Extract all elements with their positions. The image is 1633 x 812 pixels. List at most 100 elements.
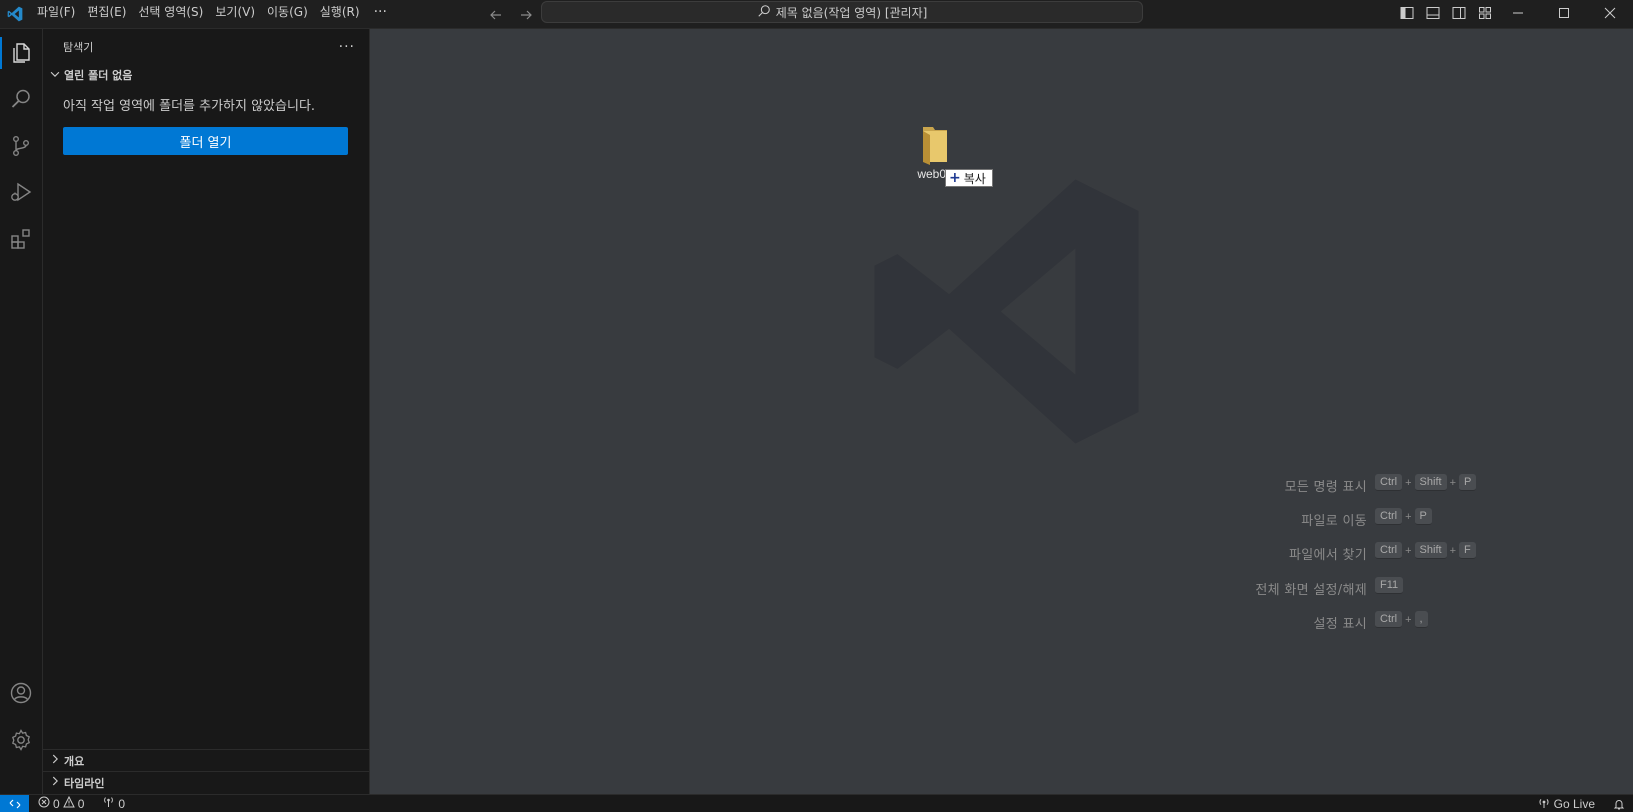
layout-controls xyxy=(1396,0,1496,25)
ports-count: 0 xyxy=(118,796,126,811)
menu-view[interactable]: 보기(V) xyxy=(209,0,261,29)
explorer-sidebar: 탐색기 ··· 열린 폴더 없음 아직 작업 영역에 폴더를 추가하지 않았습니… xyxy=(43,29,370,794)
folder-icon xyxy=(923,127,947,165)
go-live-label: Go Live xyxy=(1553,797,1595,811)
extensions-icon[interactable] xyxy=(0,215,42,263)
shortcut-label: 파일로 이동 xyxy=(1301,514,1367,529)
key-cap: F xyxy=(1459,542,1476,559)
key-plus: + xyxy=(1449,476,1456,489)
shortcut-keys: F11 xyxy=(1375,577,1404,594)
warning-count: 0 xyxy=(77,796,85,811)
explorer-icon[interactable] xyxy=(0,29,42,77)
timeline-label: 타임라인 xyxy=(64,776,105,790)
search-view-icon[interactable] xyxy=(0,75,42,123)
shortcut-keys: Ctrl + , xyxy=(1375,611,1428,628)
shortcut-label: 설정 표시 xyxy=(1313,617,1367,632)
no-folder-section-header[interactable]: 열린 폴더 없음 xyxy=(43,64,369,86)
sidebar-more-actions-icon[interactable]: ··· xyxy=(339,39,355,55)
outline-section-header[interactable]: 개요 xyxy=(43,749,369,771)
vscode-watermark-icon xyxy=(874,179,1139,444)
section-title: 열린 폴더 없음 xyxy=(64,69,133,82)
key-cap: Ctrl xyxy=(1375,508,1403,525)
chevron-down-icon xyxy=(48,67,62,84)
toggle-secondary-sidebar-icon[interactable] xyxy=(1448,2,1470,24)
shortcut-label: 전체 화면 설정/해제 xyxy=(1255,583,1367,598)
outline-label: 개요 xyxy=(64,754,85,768)
accounts-icon[interactable] xyxy=(0,669,42,717)
menu-selection[interactable]: 선택 영역(S) xyxy=(132,0,209,29)
open-folder-button[interactable]: 폴더 열기 xyxy=(63,127,348,155)
key-plus: + xyxy=(1405,544,1412,557)
shortcut-row: 설정 표시 Ctrl + , xyxy=(370,611,1633,633)
key-plus: + xyxy=(1405,510,1412,523)
shortcut-label: 모든 명령 표시 xyxy=(1284,480,1367,495)
customize-layout-icon[interactable] xyxy=(1474,2,1496,24)
key-cap: P xyxy=(1414,508,1432,525)
vscode-window: 파일(F) 편집(E) 선택 영역(S) 보기(V) 이동(G) 실행(R) ·… xyxy=(0,0,1633,812)
drag-copy-tooltip: + 복사 xyxy=(945,169,993,187)
broadcast-icon xyxy=(1538,797,1550,812)
key-cap: Shift xyxy=(1414,542,1447,559)
editor-area[interactable]: web01 + 복사 모든 명령 표시 Ctrl + Shift + P 파일로… xyxy=(370,29,1633,794)
minimize-icon[interactable] xyxy=(1495,0,1541,25)
key-cap: Ctrl xyxy=(1375,474,1403,491)
shortcut-row: 전체 화면 설정/해제 F11 xyxy=(370,577,1633,599)
shortcut-row: 파일에서 찾기 Ctrl + Shift + F xyxy=(370,542,1633,564)
toggle-primary-sidebar-icon[interactable] xyxy=(1396,2,1418,24)
timeline-section-header[interactable]: 타임라인 xyxy=(43,771,369,793)
key-plus: + xyxy=(1405,613,1412,626)
plus-icon: + xyxy=(949,170,961,186)
empty-workspace-message: 아직 작업 영역에 폴더를 추가하지 않았습니다. xyxy=(63,99,316,114)
menu-more-icon[interactable]: ··· xyxy=(366,0,395,29)
run-debug-icon[interactable] xyxy=(0,168,42,216)
warning-icon xyxy=(62,795,75,811)
key-cap: Shift xyxy=(1414,474,1447,491)
key-cap: Ctrl xyxy=(1375,611,1403,628)
key-plus: + xyxy=(1449,544,1456,557)
menu-edit[interactable]: 편집(E) xyxy=(81,0,132,29)
back-arrow-icon[interactable] xyxy=(484,3,508,27)
menu-go[interactable]: 이동(G) xyxy=(261,0,314,29)
search-icon xyxy=(757,4,771,21)
chevron-right-icon xyxy=(48,774,62,791)
shortcut-row: 파일로 이동 Ctrl + P xyxy=(370,508,1633,530)
toggle-panel-icon[interactable] xyxy=(1422,2,1444,24)
copy-tooltip-label: 복사 xyxy=(963,171,986,186)
settings-gear-icon[interactable] xyxy=(0,716,42,764)
sidebar-title: 탐색기 xyxy=(63,40,94,54)
close-icon[interactable] xyxy=(1587,0,1633,25)
shortcut-label: 파일에서 찾기 xyxy=(1289,548,1367,563)
source-control-icon[interactable] xyxy=(0,122,42,170)
problems-status[interactable]: 0 0 xyxy=(38,795,85,811)
error-icon xyxy=(38,796,50,811)
forward-arrow-icon[interactable] xyxy=(514,3,538,27)
key-cap: Ctrl xyxy=(1375,542,1403,559)
key-plus: + xyxy=(1405,476,1412,489)
ports-status[interactable]: 0 xyxy=(102,796,125,811)
menu-file[interactable]: 파일(F) xyxy=(31,0,81,29)
error-count: 0 xyxy=(53,796,60,811)
shortcut-row: 모든 명령 표시 Ctrl + Shift + P xyxy=(370,474,1633,496)
chevron-right-icon xyxy=(48,752,62,769)
status-bar: 0 0 0 Go Live xyxy=(0,794,1633,812)
vscode-logo-icon[interactable] xyxy=(0,0,29,29)
go-live-button[interactable]: Go Live xyxy=(1538,797,1595,812)
navigation-arrows xyxy=(484,0,538,29)
shortcut-keys: Ctrl + Shift + P xyxy=(1375,474,1477,491)
shortcut-keys: Ctrl + P xyxy=(1375,508,1432,525)
key-cap: , xyxy=(1414,611,1428,628)
key-cap: P xyxy=(1459,474,1477,491)
menu-bar: 파일(F) 편집(E) 선택 영역(S) 보기(V) 이동(G) 실행(R) ·… xyxy=(31,0,395,29)
status-right: Go Live xyxy=(1538,795,1633,812)
shortcut-keys: Ctrl + Shift + F xyxy=(1375,542,1476,559)
key-cap: F11 xyxy=(1375,577,1404,594)
menu-run[interactable]: 실행(R) xyxy=(314,0,366,29)
remote-indicator-icon[interactable] xyxy=(0,794,29,812)
command-center-search[interactable]: 제목 없음(작업 영역) [관리자] xyxy=(541,1,1143,23)
window-controls xyxy=(1495,0,1633,25)
notifications-bell-icon[interactable] xyxy=(1613,798,1625,810)
maximize-icon[interactable] xyxy=(1541,0,1587,25)
title-bar: 파일(F) 편집(E) 선택 영역(S) 보기(V) 이동(G) 실행(R) ·… xyxy=(0,0,1633,29)
command-center-title: 제목 없음(작업 영역) [관리자] xyxy=(775,5,928,20)
activity-bar xyxy=(0,29,43,794)
